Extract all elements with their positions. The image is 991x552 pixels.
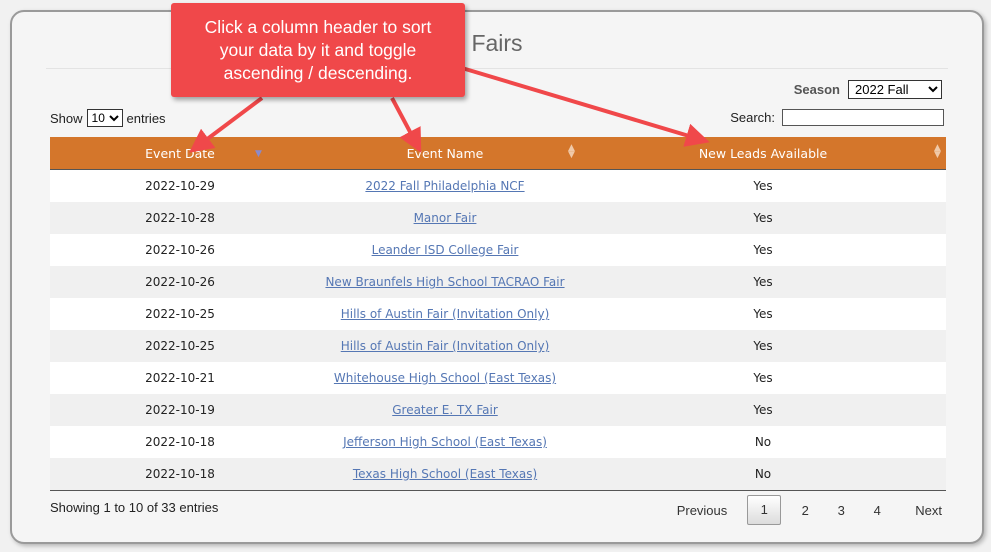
column-header-label: New Leads Available: [698, 145, 828, 161]
event-name-link[interactable]: Leander ISD College Fair: [372, 243, 519, 257]
page-button[interactable]: 2: [787, 503, 823, 518]
sort-both-icon: ▲ ▼: [934, 143, 941, 160]
event-name-link[interactable]: Manor Fair: [414, 211, 477, 225]
pagination: Previous 1 2 3 4 Next: [669, 495, 950, 525]
event-name-link[interactable]: Greater E. TX Fair: [392, 403, 498, 417]
table-row: 2022-10-21 Whitehouse High School (East …: [50, 362, 946, 394]
search-label: Search:: [730, 110, 775, 125]
table-row: 2022-10-19 Greater E. TX Fair Yes: [50, 394, 946, 426]
table-row: 2022-10-25 Hills of Austin Fair (Invitat…: [50, 298, 946, 330]
event-name-link[interactable]: Texas High School (East Texas): [353, 467, 537, 481]
table-row: 2022-10-26 Leander ISD College Fair Yes: [50, 234, 946, 266]
callout-line: ascending / descending.: [223, 63, 413, 83]
entries-length: Show 10 entries: [50, 109, 166, 127]
fairs-panel: Fairs Season 2022 Fall Show 10 entries S…: [10, 10, 984, 544]
table-row: 2022-10-18 Jefferson High School (East T…: [50, 426, 946, 458]
new-leads-cell: No: [580, 458, 946, 491]
page-button-current[interactable]: 1: [747, 495, 782, 525]
table-header-row: Event Date ▼ Event Name ▲ ▼ New Leads Ava…: [50, 137, 946, 170]
entries-label: entries: [126, 110, 166, 126]
event-name-link[interactable]: 2022 Fall Philadelphia NCF: [365, 179, 524, 193]
new-leads-cell: No: [580, 426, 946, 458]
column-header-label: Event Date: [145, 145, 215, 161]
search-input[interactable]: [782, 109, 944, 126]
page-title: Fairs: [471, 30, 523, 56]
event-name-link[interactable]: Whitehouse High School (East Texas): [334, 371, 556, 385]
event-date-cell: 2022-10-26: [50, 266, 310, 298]
callout-line: Click a column header to sort: [204, 17, 432, 37]
fairs-table: Event Date ▼ Event Name ▲ ▼ New Leads Ava…: [50, 137, 946, 491]
event-date-cell: 2022-10-19: [50, 394, 310, 426]
season-filter: Season 2022 Fall: [794, 80, 942, 99]
new-leads-cell: Yes: [580, 234, 946, 266]
new-leads-cell: Yes: [580, 266, 946, 298]
event-date-cell: 2022-10-25: [50, 298, 310, 330]
search-box: Search:: [730, 109, 944, 126]
event-name-link[interactable]: Hills of Austin Fair (Invitation Only): [341, 339, 550, 353]
column-header-event-name[interactable]: Event Name ▲ ▼: [310, 137, 580, 170]
event-date-cell: 2022-10-28: [50, 202, 310, 234]
entries-select[interactable]: 10: [86, 109, 123, 127]
table-body: 2022-10-29 2022 Fall Philadelphia NCF Ye…: [50, 169, 946, 491]
new-leads-cell: Yes: [580, 362, 946, 394]
event-name-link[interactable]: Hills of Austin Fair (Invitation Only): [341, 307, 550, 321]
event-name-link[interactable]: New Braunfels High School TACRAO Fair: [325, 275, 564, 289]
show-label: Show: [50, 110, 83, 126]
sort-both-icon: ▲ ▼: [568, 143, 575, 160]
event-name-link[interactable]: Jefferson High School (East Texas): [343, 435, 547, 449]
event-date-cell: 2022-10-21: [50, 362, 310, 394]
previous-button[interactable]: Previous: [669, 503, 736, 518]
table-row: 2022-10-28 Manor Fair Yes: [50, 202, 946, 234]
new-leads-cell: Yes: [580, 298, 946, 330]
instruction-callout: Click a column header to sort your data …: [171, 3, 465, 97]
table-info: Showing 1 to 10 of 33 entries: [50, 500, 219, 515]
table-row: 2022-10-26 New Braunfels High School TAC…: [50, 266, 946, 298]
table-row: 2022-10-25 Hills of Austin Fair (Invitat…: [50, 330, 946, 362]
event-date-cell: 2022-10-18: [50, 426, 310, 458]
page-button[interactable]: 3: [823, 503, 859, 518]
column-header-label: Event Name: [406, 145, 484, 161]
new-leads-cell: Yes: [580, 330, 946, 362]
table-row: 2022-10-29 2022 Fall Philadelphia NCF Ye…: [50, 169, 946, 202]
new-leads-cell: Yes: [580, 169, 946, 202]
column-header-event-date[interactable]: Event Date ▼: [50, 137, 310, 170]
sort-ascending-icon: ▼: [255, 149, 262, 159]
column-header-new-leads[interactable]: New Leads Available ▲ ▼: [580, 137, 946, 170]
event-date-cell: 2022-10-25: [50, 330, 310, 362]
event-date-cell: 2022-10-26: [50, 234, 310, 266]
next-button[interactable]: Next: [907, 503, 950, 518]
callout-line: your data by it and toggle: [219, 40, 417, 60]
event-date-cell: 2022-10-18: [50, 458, 310, 491]
new-leads-cell: Yes: [580, 202, 946, 234]
season-select[interactable]: 2022 Fall: [848, 80, 942, 99]
season-label: Season: [793, 82, 840, 97]
event-date-cell: 2022-10-29: [50, 169, 310, 202]
page-button[interactable]: 4: [859, 503, 895, 518]
table-row: 2022-10-18 Texas High School (East Texas…: [50, 458, 946, 491]
new-leads-cell: Yes: [580, 394, 946, 426]
